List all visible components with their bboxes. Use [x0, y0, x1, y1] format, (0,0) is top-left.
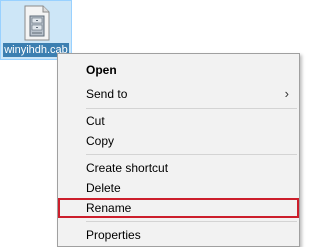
- menu-item-properties[interactable]: Properties: [60, 225, 297, 245]
- menu-separator: [86, 221, 297, 222]
- menu-item-delete-label: Delete: [86, 181, 121, 195]
- menu-separator: [86, 154, 297, 155]
- cabinet-file-icon: [24, 5, 50, 41]
- menu-item-cut-label: Cut: [86, 114, 105, 128]
- rename-highlight-box: [58, 198, 299, 218]
- menu-item-properties-label: Properties: [86, 228, 141, 242]
- context-menu: Open Send to › Cut Copy Create shortcut …: [57, 53, 300, 247]
- menu-item-copy-label: Copy: [86, 134, 115, 148]
- menu-item-send-to[interactable]: Send to ›: [60, 84, 297, 104]
- menu-item-cut[interactable]: Cut: [60, 111, 297, 131]
- menu-item-send-to-label: Send to: [86, 87, 128, 101]
- menu-item-delete[interactable]: Delete: [60, 178, 297, 198]
- menu-item-copy[interactable]: Copy: [60, 131, 297, 151]
- menu-item-open-label: Open: [86, 63, 117, 77]
- desktop-file-icon[interactable]: winyihdh.cab: [0, 0, 72, 60]
- chevron-right-icon: ›: [284, 86, 289, 101]
- menu-item-create-shortcut-label: Create shortcut: [86, 161, 169, 175]
- menu-separator: [86, 108, 297, 109]
- menu-item-open[interactable]: Open: [60, 60, 297, 80]
- menu-item-create-shortcut[interactable]: Create shortcut: [60, 158, 297, 178]
